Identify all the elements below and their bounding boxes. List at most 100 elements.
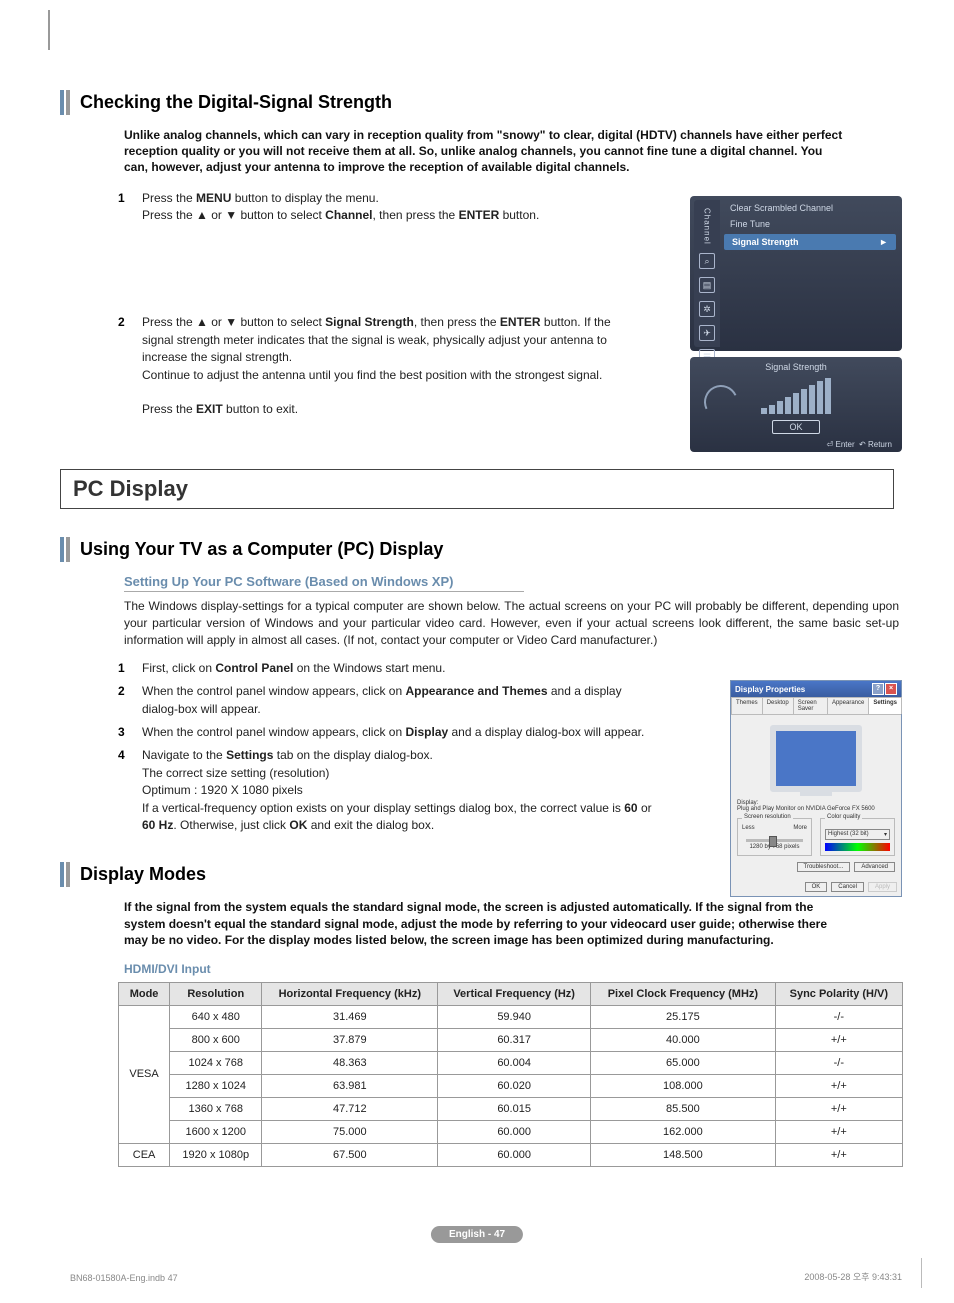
heading-bar-1 <box>60 90 64 115</box>
section1-title: Checking the Digital-Signal Strength <box>80 90 392 115</box>
advanced-button: Advanced <box>854 862 895 872</box>
winxp-title-text: Display Properties <box>735 685 805 694</box>
cell: 75.000 <box>262 1120 438 1143</box>
osd-row-selected: Signal Strength► <box>724 234 896 250</box>
step-number: 2 <box>118 314 142 418</box>
close-icon: × <box>885 683 897 695</box>
gear-icon: ✲ <box>699 301 715 317</box>
major-heading-box: PC Display <box>60 469 894 509</box>
osd-footer: ⏎ Enter ↶ Return <box>827 440 892 449</box>
major-title: PC Display <box>73 476 881 502</box>
osd-row: Clear Scrambled Channel <box>722 200 898 216</box>
margin-marker <box>48 10 50 50</box>
cell: 1920 x 1080p <box>170 1143 262 1166</box>
winxp-display-properties: Display Properties ?× Themes Desktop Scr… <box>730 680 902 897</box>
col-header: Vertical Frequency (Hz) <box>438 982 591 1005</box>
cell: 162.000 <box>591 1120 776 1143</box>
cell: +/+ <box>775 1028 902 1051</box>
cell: 108.000 <box>591 1074 776 1097</box>
cell: 60.020 <box>438 1074 591 1097</box>
footer-right: 2008-05-28 오후 9:43:31 <box>804 1270 902 1283</box>
section2-subtitle: Setting Up Your PC Software (Based on Wi… <box>124 574 524 592</box>
tab-appearance: Appearance <box>827 697 869 714</box>
heading-bar-2 <box>66 862 70 887</box>
section3-title: Display Modes <box>80 862 206 887</box>
page-footer-pill: English - 47 <box>431 1226 523 1243</box>
broadcast-icon: ✈ <box>699 325 715 341</box>
section2-heading: Using Your TV as a Computer (PC) Display <box>60 537 894 562</box>
table-row: 800 x 60037.87960.31740.000+/+ <box>119 1028 903 1051</box>
cell: 85.500 <box>591 1097 776 1120</box>
heading-bar-2 <box>66 90 70 115</box>
step-number: 1 <box>118 190 142 225</box>
section2-title: Using Your TV as a Computer (PC) Display <box>80 537 443 562</box>
osd-ok-button: OK <box>772 420 819 434</box>
table-row: 1360 x 76847.71260.01585.500+/+ <box>119 1097 903 1120</box>
display-modes-table: ModeResolutionHorizontal Frequency (kHz)… <box>118 982 903 1167</box>
cell: +/+ <box>775 1143 902 1166</box>
cell: VESA <box>119 1005 170 1143</box>
table-row: 1280 x 102463.98160.020108.000+/+ <box>119 1074 903 1097</box>
table-row: 1024 x 76848.36360.00465.000-/- <box>119 1051 903 1074</box>
cell: 1360 x 768 <box>170 1097 262 1120</box>
osd2-title: Signal Strength <box>690 357 902 372</box>
cell: 63.981 <box>262 1074 438 1097</box>
section1-heading: Checking the Digital-Signal Strength <box>60 90 894 115</box>
cell: 148.500 <box>591 1143 776 1166</box>
osd-channel-menu: Channel ⌕ ▤ ✲ ✈ ☰ Clear Scrambled Channe… <box>690 196 902 351</box>
cell: 31.469 <box>262 1005 438 1028</box>
cell: -/- <box>775 1051 902 1074</box>
help-icon: ? <box>872 683 884 695</box>
section1-intro: Unlike analog channels, which can vary i… <box>124 127 844 176</box>
section2-steps: 1 First, click on Control Panel on the W… <box>118 660 658 835</box>
col-header: Horizontal Frequency (kHz) <box>262 982 438 1005</box>
cell: 640 x 480 <box>170 1005 262 1028</box>
table-label: HDMI/DVI Input <box>124 962 894 976</box>
cell: 25.175 <box>591 1005 776 1028</box>
winxp-display-label: Display: Plug and Play Monitor on NVIDIA… <box>737 800 895 812</box>
section3-intro: If the signal from the system equals the… <box>124 899 844 948</box>
cell: 800 x 600 <box>170 1028 262 1051</box>
monitor-icon <box>770 725 862 792</box>
osd-row: Fine Tune <box>722 216 898 232</box>
margin-marker <box>921 1258 922 1288</box>
col-header: Sync Polarity (H/V) <box>775 982 902 1005</box>
cell: 1280 x 1024 <box>170 1074 262 1097</box>
antenna-icon: ▤ <box>699 277 715 293</box>
table-row: 1600 x 120075.00060.000162.000+/+ <box>119 1120 903 1143</box>
col-header: Mode <box>119 982 170 1005</box>
cell: 65.000 <box>591 1051 776 1074</box>
cell: 60.015 <box>438 1097 591 1120</box>
heading-bar-1 <box>60 862 64 887</box>
cell: 67.500 <box>262 1143 438 1166</box>
winxp-tabs: Themes Desktop Screen Saver Appearance S… <box>731 697 901 715</box>
cell: +/+ <box>775 1074 902 1097</box>
tab-screensaver: Screen Saver <box>793 697 828 714</box>
cell: +/+ <box>775 1097 902 1120</box>
heading-bar-2 <box>66 537 70 562</box>
col-header: Pixel Clock Frequency (MHz) <box>591 982 776 1005</box>
table-row: CEA1920 x 1080p67.50060.000148.500+/+ <box>119 1143 903 1166</box>
cell: 48.363 <box>262 1051 438 1074</box>
apply-button: Apply <box>868 882 897 892</box>
magnify-icon: ⌕ <box>699 253 715 269</box>
cell: +/+ <box>775 1120 902 1143</box>
cell: 59.940 <box>438 1005 591 1028</box>
step-text: Press the ▲ or ▼ button to select Signal… <box>142 314 638 418</box>
cell: 47.712 <box>262 1097 438 1120</box>
cell: 60.317 <box>438 1028 591 1051</box>
step-text: Press the MENU button to display the men… <box>142 190 638 225</box>
cell: 60.000 <box>438 1120 591 1143</box>
heading-bar-1 <box>60 537 64 562</box>
tab-desktop: Desktop <box>762 697 794 714</box>
cell: 1024 x 768 <box>170 1051 262 1074</box>
cell: 60.000 <box>438 1143 591 1166</box>
slider-icon <box>746 839 803 842</box>
winxp-titlebar-buttons: ?× <box>872 683 897 695</box>
cell: 40.000 <box>591 1028 776 1051</box>
cell: 1600 x 1200 <box>170 1120 262 1143</box>
fieldset-color: Color quality Highest (32 bit)▾ <box>820 818 895 856</box>
ok-button: OK <box>805 882 828 892</box>
cell: CEA <box>119 1143 170 1166</box>
osd-side-label: Channel <box>703 208 712 245</box>
